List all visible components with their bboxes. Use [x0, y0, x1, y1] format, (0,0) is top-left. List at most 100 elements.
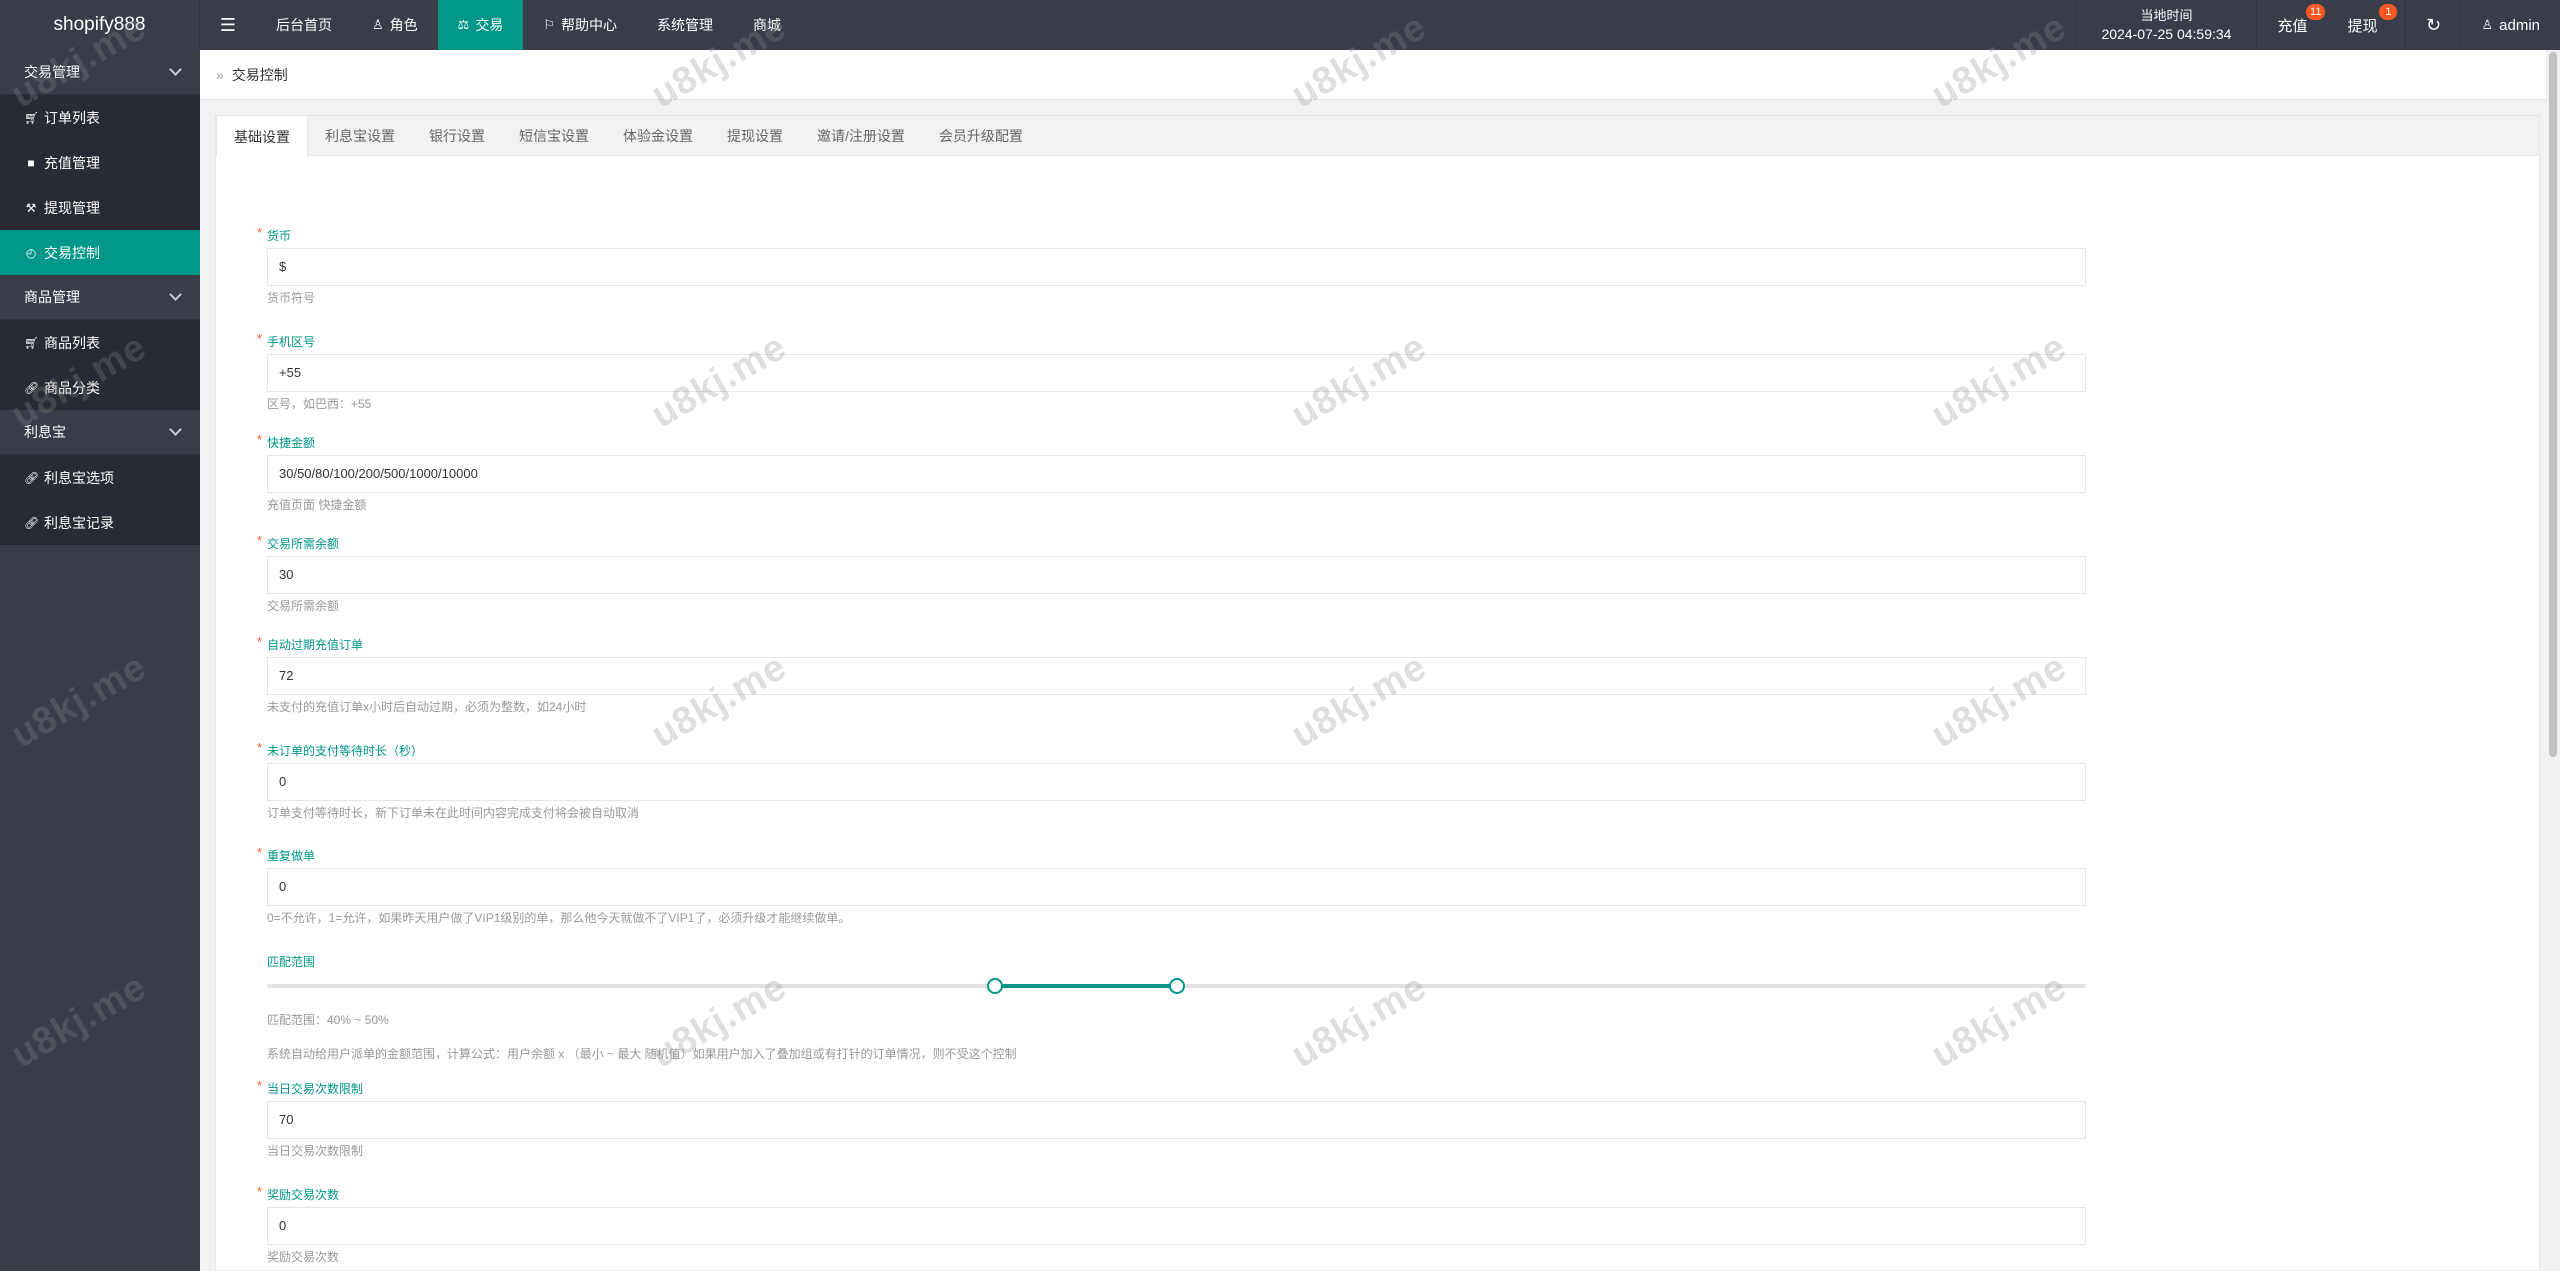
tab-bank[interactable]: 银行设置	[412, 116, 502, 156]
slider-handle-min[interactable]	[986, 978, 1003, 994]
tab-withdraw[interactable]: 提现设置	[710, 116, 800, 156]
sidebar-item-label: 订单列表	[44, 109, 100, 126]
topnav-trade[interactable]: ⚖ 交易	[437, 0, 524, 50]
field-help: 0=不允许，1=允许，如果昨天用户做了VIP1级别的单，那么他今天就做不了VIP…	[267, 911, 851, 925]
reward-count-input[interactable]: 0	[267, 1207, 2086, 1245]
user-icon: ♙	[2481, 17, 2494, 32]
required-mark: *	[257, 1184, 263, 1199]
min-balance-input[interactable]: 30	[267, 556, 2086, 594]
currency-input[interactable]: $	[267, 248, 2086, 286]
daily-limit-input[interactable]: 70	[267, 1101, 2086, 1139]
sidebar-group-interest[interactable]: 利息宝	[0, 410, 200, 455]
sidebar-item-interest-records[interactable]: 🔗︎ 利息宝记录	[0, 500, 200, 545]
topnav-trade-label: 交易	[475, 17, 504, 33]
sidebar-group-label: 商品管理	[24, 289, 80, 305]
app-logo[interactable]: shopify888	[0, 0, 200, 50]
local-time-value: 2024-07-25 04:59:34	[2101, 26, 2232, 42]
flag-icon: ⚐	[543, 17, 555, 32]
field-label-text: 手机区号	[267, 335, 316, 349]
tab-trial[interactable]: 体验金设置	[606, 116, 710, 156]
sidebar-item-label: 利息宝记录	[44, 514, 114, 531]
message-icon: ■	[27, 155, 35, 170]
field-help: 订单支付等待时长，新下订单未在此时间内容完成支付将会被自动取消	[267, 806, 640, 820]
field-phone-code: * 手机区号 +55 区号，如巴西：+55	[246, 331, 2086, 412]
sidebar-item-withdraw[interactable]: ⚒ 提现管理	[0, 185, 200, 230]
topnav-help[interactable]: ⚐ 帮助中心	[523, 0, 637, 50]
field-label-text: 当日交易次数限制	[267, 1082, 364, 1096]
tab-invite[interactable]: 邀请/注册设置	[800, 116, 922, 156]
withdraw-button[interactable]: 提现 1	[2327, 0, 2405, 50]
refresh-icon[interactable]: ↻	[2405, 0, 2462, 50]
sidebar-item-recharge[interactable]: ■ 充值管理	[0, 140, 200, 185]
field-label-text: 交易所需余额	[267, 537, 340, 551]
sidebar-item-goods-list[interactable]: 🛒︎ 商品列表	[0, 320, 200, 365]
breadcrumb-current[interactable]: 交易控制	[232, 65, 288, 85]
link-icon: 🔗︎	[24, 470, 40, 485]
slider-handle-max[interactable]	[1168, 978, 1185, 994]
auto-expire-input[interactable]: 72	[267, 657, 2086, 695]
match-range-slider[interactable]	[267, 974, 2086, 998]
field-help: 系统自动给用户派单的金额范围，计算公式：用户余额 x （最小 ~ 最大 随机值）…	[267, 1047, 1017, 1061]
field-label: * 未订单的支付等待时长（秒）	[257, 740, 2086, 759]
sidebar-group-trade[interactable]: 交易管理	[0, 50, 200, 95]
field-label: 匹配范围	[267, 954, 2086, 970]
required-mark: *	[257, 634, 263, 649]
wait-time-input[interactable]: 0	[267, 763, 2086, 801]
tab-member-upgrade[interactable]: 会员升级配置	[922, 116, 1040, 156]
sidebar-item-label: 商品分类	[44, 379, 100, 396]
sidebar-item-interest-options[interactable]: 🔗︎ 利息宝选项	[0, 455, 200, 500]
admin-menu[interactable]: ♙ admin	[2461, 0, 2560, 50]
sidebar-item-goods-category[interactable]: 🔗︎ 商品分类	[0, 365, 200, 410]
menu-toggle-icon[interactable]: ☰	[200, 0, 256, 50]
field-auto-expire: * 自动过期充值订单 72 未支付的充值订单x小时后自动过期，必须为整数，如24小…	[246, 634, 2086, 715]
required-mark: *	[257, 1078, 263, 1093]
chevron-down-icon	[169, 423, 182, 436]
sidebar-group-goods[interactable]: 商品管理	[0, 275, 200, 320]
tab-basic[interactable]: 基础设置	[216, 116, 308, 157]
topnav-help-label: 帮助中心	[560, 17, 617, 33]
top-bar: shopify888 ☰ 后台首页 ♙ 角色 ⚖ 交易 ⚐ 帮助中心 系统管理 商城 …	[0, 0, 2560, 50]
field-quick-amount: * 快捷金额 30/50/80/100/200/500/1000/10000 充值…	[246, 432, 2086, 513]
withdraw-badge: 1	[2379, 4, 2398, 20]
dashboard-icon: ◴	[25, 245, 37, 260]
breadcrumb: » 交易控制	[200, 50, 2560, 100]
sidebar: 交易管理 🛒︎ 订单列表 ■ 充值管理 ⚒ 提现管理 ◴ 交易控制 商品管理 🛒︎ 商品列…	[0, 50, 200, 1271]
cart-icon: 🛒︎	[24, 335, 40, 350]
sidebar-item-trade-control[interactable]: ◴ 交易控制	[0, 230, 200, 275]
slider-bar	[994, 984, 1177, 988]
quick-amount-input[interactable]: 30/50/80/100/200/500/1000/10000	[267, 455, 2086, 493]
link-icon: 🔗︎	[24, 380, 40, 395]
topnav-system[interactable]: 系统管理	[637, 0, 733, 50]
main-panel: 基础设置 利息宝设置 银行设置 短信宝设置 体验金设置 提现设置 邀请/注册设置…	[215, 115, 2540, 1271]
chevron-down-icon	[169, 63, 182, 76]
scrollbar-thumb[interactable]	[2549, 52, 2557, 757]
sidebar-item-orders[interactable]: 🛒︎ 订单列表	[0, 95, 200, 140]
topnav-role[interactable]: ♙ 角色	[352, 0, 438, 50]
sidebar-item-label: 交易控制	[44, 244, 100, 261]
tab-interest[interactable]: 利息宝设置	[308, 116, 412, 156]
sidebar-group-label: 交易管理	[24, 64, 80, 80]
page-scrollbar[interactable]	[2546, 50, 2560, 1271]
phone-code-input[interactable]: +55	[267, 354, 2086, 392]
repeat-order-input[interactable]: 0	[267, 868, 2086, 906]
field-label: * 自动过期充值订单	[257, 634, 2086, 653]
match-range-value: 匹配范围：40% ~ 50%	[267, 1013, 389, 1027]
settings-tabs: 基础设置 利息宝设置 银行设置 短信宝设置 体验金设置 提现设置 邀请/注册设置…	[216, 116, 2539, 157]
recharge-button[interactable]: 充值 11	[2257, 0, 2327, 50]
field-help: 区号，如巴西：+55	[267, 397, 372, 411]
field-repeat-order: * 重复做单 0 0=不允许，1=允许，如果昨天用户做了VIP1级别的单，那么他今…	[246, 845, 2086, 926]
field-label: * 交易所需余额	[257, 533, 2086, 552]
scale-icon: ⚖	[457, 17, 470, 32]
field-label: * 货币	[257, 225, 2086, 244]
topnav-mall[interactable]: 商城	[733, 0, 801, 50]
field-label-text: 快捷金额	[267, 436, 316, 450]
field-label: * 快捷金额	[257, 432, 2086, 451]
topnav-home[interactable]: 后台首页	[256, 0, 352, 50]
tab-sms[interactable]: 短信宝设置	[502, 116, 606, 156]
field-currency: * 货币 $ 货币符号	[246, 225, 2086, 306]
withdraw-label: 提现	[2347, 17, 2378, 35]
field-label-text: 未订单的支付等待时长（秒）	[267, 744, 424, 758]
sidebar-group-label: 利息宝	[24, 424, 66, 440]
sidebar-item-label: 充值管理	[44, 154, 100, 171]
field-label-text: 重复做单	[267, 849, 316, 863]
